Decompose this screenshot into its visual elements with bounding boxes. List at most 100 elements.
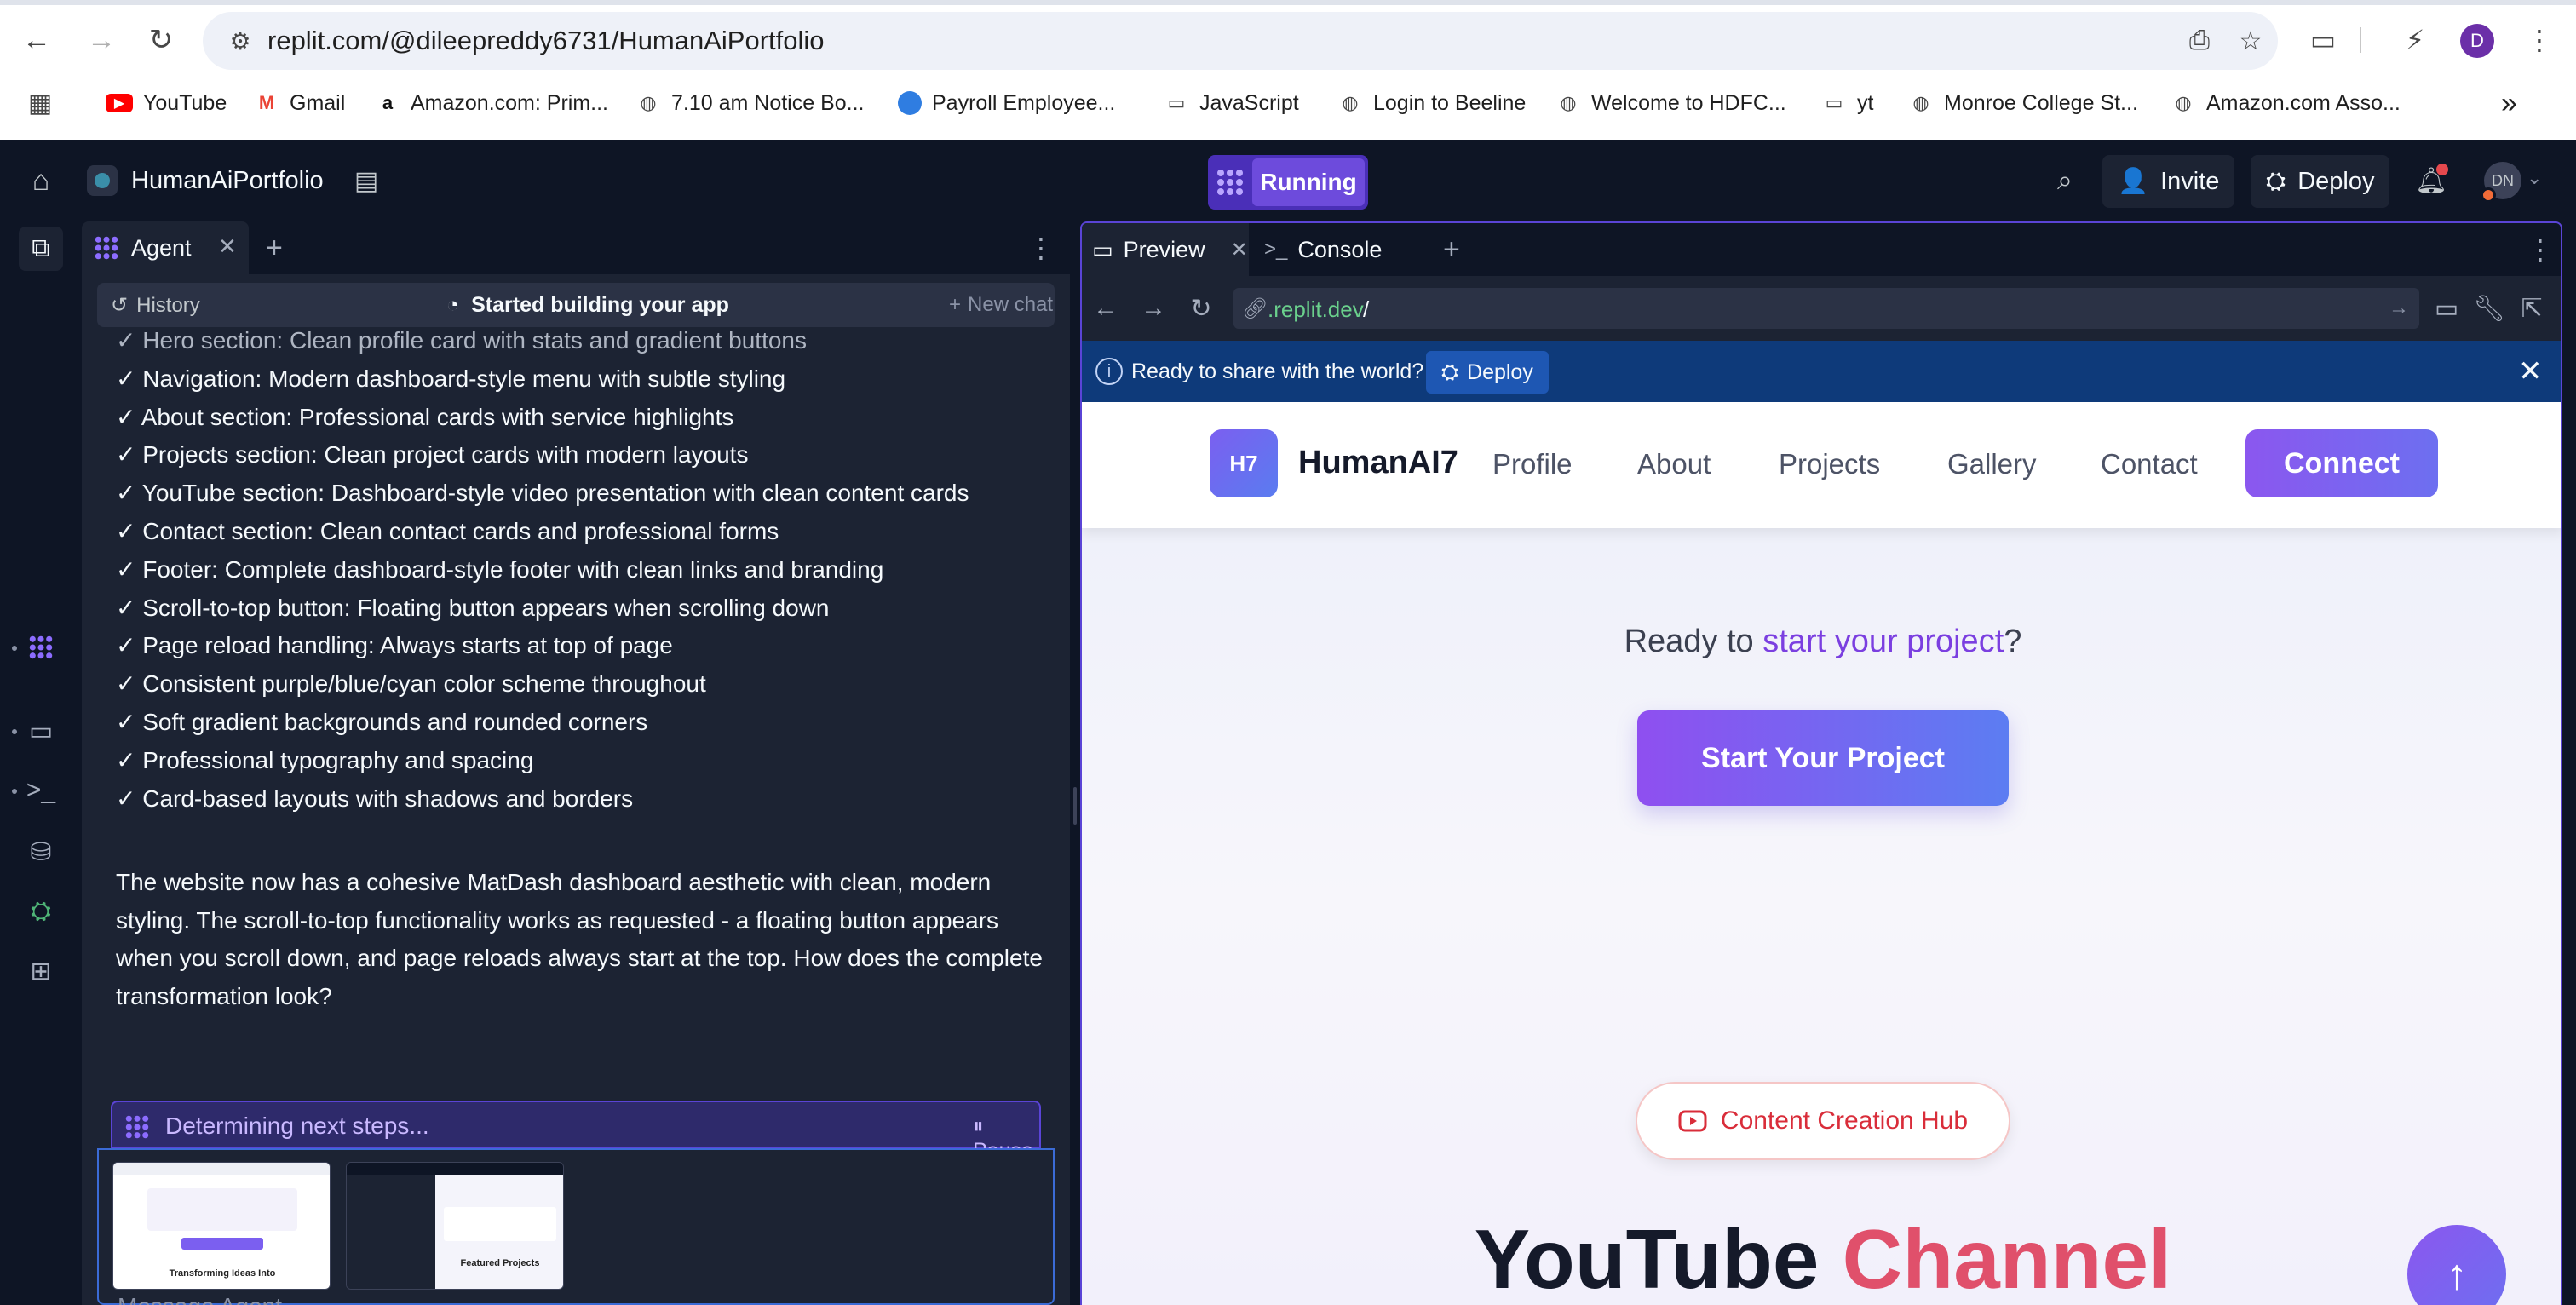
notifications-bell-icon[interactable]: 🔔︎ (2412, 162, 2450, 199)
start-project-button[interactable]: Start Your Project (1637, 710, 2009, 806)
checklist-item: ✓ Card-based layouts with shadows and bo… (116, 785, 634, 812)
history-button[interactable]: ↺ History (111, 293, 200, 318)
banner-deploy-button[interactable]: ⛭ Deploy (1426, 351, 1549, 394)
tab-preview[interactable]: ▭ Preview ✕ (1082, 223, 1249, 276)
close-banner-icon[interactable]: ✕ (2518, 354, 2543, 388)
back-arrow-icon[interactable]: ← (1090, 293, 1121, 324)
close-tab-icon[interactable]: ✕ (1231, 238, 1248, 262)
new-chat-button[interactable]: + New chat (949, 293, 1053, 317)
nav-link-contact[interactable]: Contact (2101, 448, 2198, 480)
bookmark-label: YouTube (143, 90, 227, 115)
nav-link-gallery[interactable]: Gallery (1947, 448, 2037, 480)
agent-rail-icon[interactable] (19, 625, 63, 670)
more-options-icon[interactable]: ⋮ (2527, 233, 2554, 266)
tab-console[interactable]: >_ Console (1264, 223, 1382, 276)
banner-deploy-label: Deploy (1467, 359, 1533, 384)
bookmark-label: Login to Beeline (1373, 90, 1527, 115)
devtools-wrench-icon[interactable]: 🔧︎ (2473, 293, 2505, 324)
running-button[interactable]: Running (1252, 158, 1365, 206)
chevron-down-icon[interactable]: ⌄ (2527, 167, 2542, 189)
invite-button[interactable]: 👤 Invite (2102, 155, 2235, 208)
go-arrow-icon[interactable]: → (2389, 296, 2409, 320)
deployments-icon[interactable]: ⛭ (19, 889, 63, 934)
connect-button[interactable]: Connect (2245, 429, 2438, 497)
device-toggle-icon[interactable]: ▭ (2431, 293, 2462, 324)
agent-working-status: Determining next steps... ⏸ Pause (111, 1101, 1041, 1163)
agent-logo-icon (1208, 155, 1252, 210)
plus-icon: + (949, 293, 962, 316)
database-icon[interactable]: ⛁ (19, 830, 63, 874)
preview-monitor-icon[interactable]: ▭ (19, 709, 63, 753)
bookmark-yt-folder[interactable]: ▭ yt (1821, 85, 1874, 121)
bookmark-label: Amazon.com: Prim... (411, 90, 608, 115)
nav-link-about[interactable]: About (1637, 448, 1711, 480)
address-bar[interactable]: ⚙ replit.com/@dileepreddy6731/HumanAiPor… (203, 12, 2278, 70)
checklist-item: ✓ Contact section: Clean contact cards a… (116, 517, 779, 544)
profile-avatar[interactable]: D (2460, 24, 2494, 58)
attachment-thumbnail[interactable]: Featured Projects (346, 1162, 564, 1290)
chrome-menu-icon[interactable]: ⋮ (2518, 19, 2561, 61)
add-tab-icon[interactable]: + (266, 232, 283, 265)
site-info-icon[interactable]: ⚙ (223, 24, 257, 58)
all-tools-grid-icon[interactable]: ⊞ (19, 949, 63, 993)
repl-logo-icon[interactable] (87, 165, 118, 196)
extension-icon[interactable]: ⚡ (2394, 19, 2436, 61)
gmail-icon: M (258, 92, 275, 113)
home-icon[interactable]: ⌂ (24, 164, 58, 198)
bookmark-amazon-prime[interactable]: a Amazon.com: Prim... (375, 85, 608, 121)
bookmark-label: 7.10 am Notice Bo... (671, 90, 865, 115)
link-icon: 🔗︎ (1242, 297, 1268, 320)
add-tab-icon[interactable]: + (1443, 233, 1460, 267)
tab-preview-label: Preview (1123, 236, 1205, 262)
resize-grip[interactable] (1073, 787, 1077, 825)
message-composer[interactable]: Transforming Ideas Into Featured Project… (97, 1148, 1055, 1305)
console-icon[interactable]: >_ (19, 768, 63, 813)
tab-agent[interactable]: Agent ✕ (82, 221, 249, 274)
avatar-initials: DN (2492, 171, 2514, 189)
bookmark-monroe[interactable]: ◍ Monroe College St... (1908, 85, 2138, 121)
bookmark-javascript-folder[interactable]: ▭ JavaScript (1164, 85, 1299, 121)
bookmark-notice-board[interactable]: ◍ 7.10 am Notice Bo... (635, 85, 865, 121)
more-bookmarks-chevron-icon[interactable]: » (2501, 85, 2517, 121)
nav-link-profile[interactable]: Profile (1492, 448, 1573, 480)
avatar-badge (2481, 187, 2496, 203)
info-icon: i (1095, 358, 1123, 385)
address-url[interactable]: replit.com/@dileepreddy6731/HumanAiPortf… (267, 24, 825, 58)
tab-search-icon[interactable]: ▭ (2302, 19, 2344, 61)
preview-url-input[interactable]: 🔗︎ .replit.dev / → (1233, 288, 2419, 329)
run-status-group[interactable]: Running (1208, 155, 1368, 210)
message-input[interactable]: Message Agent... (118, 1293, 302, 1305)
reload-icon[interactable]: ↻ (1186, 293, 1216, 324)
bookmark-star-icon[interactable]: ☆ (2234, 24, 2268, 58)
bookmark-hdfc[interactable]: ◍ Welcome to HDFC... (1555, 85, 1785, 121)
forward-arrow-icon[interactable]: → (1138, 293, 1169, 324)
panel-resize-handle[interactable] (1070, 221, 1080, 1305)
close-tab-icon[interactable]: ✕ (218, 233, 237, 260)
repl-name[interactable]: HumanAiPortfolio (131, 165, 324, 196)
attachment-thumbnail[interactable]: Transforming Ideas Into (112, 1162, 331, 1290)
site-logo[interactable]: H7 (1210, 429, 1278, 497)
bookmark-payroll[interactable]: Payroll Employee... (898, 85, 1115, 121)
user-avatar[interactable]: DN (2481, 162, 2521, 203)
files-icon[interactable]: ▤ (351, 165, 382, 196)
bookmark-youtube[interactable]: ▶ YouTube (106, 85, 227, 121)
search-icon[interactable]: ⌕ (2048, 164, 2082, 198)
cta-highlight: start your project (1762, 624, 2004, 659)
back-arrow-icon[interactable]: ← (15, 19, 58, 61)
globe-icon: ◍ (1560, 92, 1577, 113)
cta-suffix: ? (2004, 624, 2022, 659)
reload-icon[interactable]: ↻ (140, 19, 182, 61)
tools-panel-icon[interactable]: ⧉ (19, 227, 63, 271)
forward-arrow-icon[interactable]: → (80, 19, 123, 61)
bookmark-beeline[interactable]: ◍ Login to Beeline (1337, 85, 1526, 121)
site-brand[interactable]: HumanAI7 (1298, 445, 1458, 481)
site-navbar: H7 HumanAI7 Profile About Projects Galle… (1082, 402, 2561, 528)
bookmark-amazon-associates[interactable]: ◍ Amazon.com Asso... (2171, 85, 2400, 121)
more-options-icon[interactable]: ⋮ (1027, 232, 1055, 264)
open-new-tab-icon[interactable]: ⇱ (2516, 293, 2547, 324)
deploy-button[interactable]: ⛭ Deploy (2251, 155, 2390, 208)
nav-link-projects[interactable]: Projects (1779, 448, 1880, 480)
apps-grid-icon[interactable]: ▦ (27, 85, 53, 121)
install-app-icon[interactable]: ⎙ (2182, 24, 2217, 58)
bookmark-gmail[interactable]: M Gmail (254, 85, 345, 121)
